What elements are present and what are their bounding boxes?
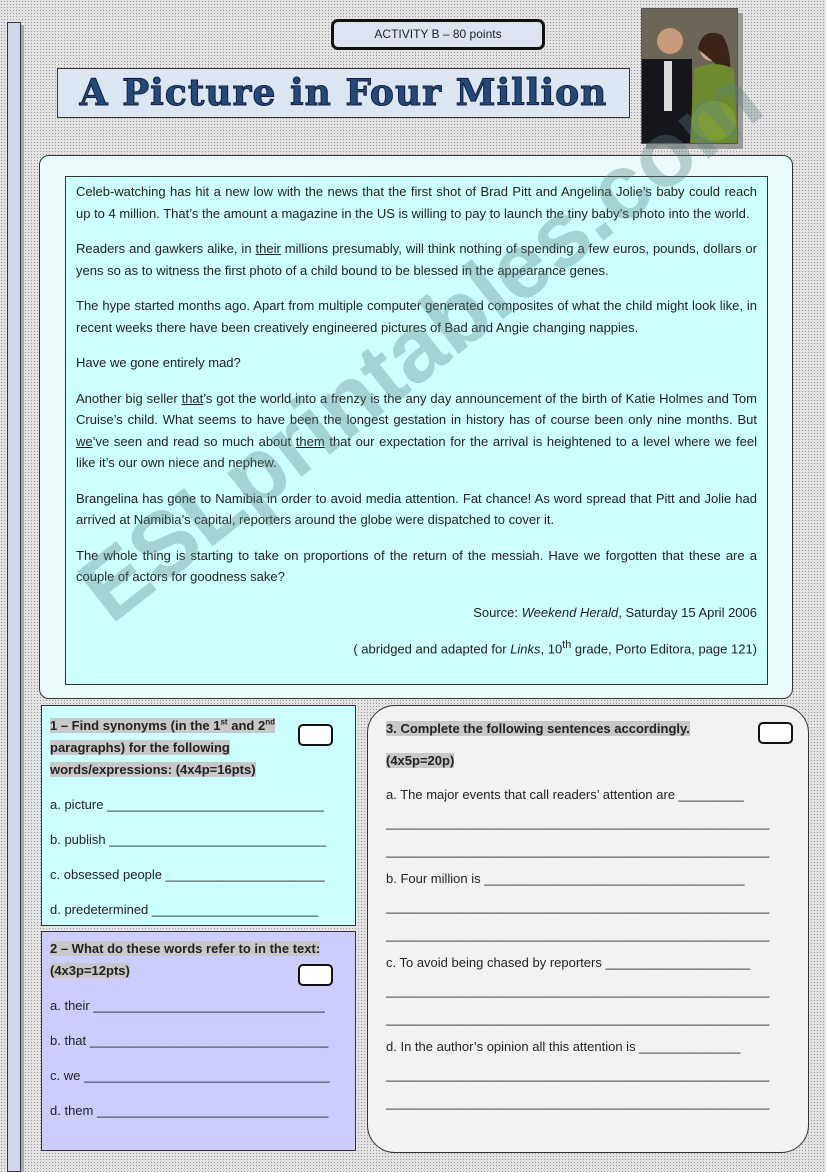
answer-line[interactable]: ________________________________________… — [386, 1092, 790, 1114]
answer-line[interactable]: c. we __________________________________ — [50, 1065, 347, 1087]
answer-line[interactable]: ________________________________________… — [386, 1008, 790, 1030]
text: words/expressions: (4x4p=16pts) — [50, 762, 256, 778]
answer-line[interactable]: a. their _______________________________… — [50, 995, 347, 1017]
text: Readers and gawkers alike, in — [76, 241, 256, 256]
answer-line[interactable]: c. obsessed people _____________________… — [50, 864, 347, 886]
text: Links — [510, 641, 541, 657]
text: 1 – Find synonyms (in the 1st and 2nd — [50, 718, 275, 734]
text: (4x3p=12pts) — [50, 963, 130, 978]
paragraph-3: The hype started months ago. Apart from … — [76, 298, 757, 335]
answer-line[interactable]: b. Four million is _____________________… — [386, 868, 790, 890]
answer-line[interactable]: a. picture _____________________________… — [50, 794, 347, 816]
underlined-word: their — [255, 241, 281, 256]
paragraph-2: Readers and gawkers alike, in their mill… — [76, 238, 757, 281]
text: Weekend Herald — [521, 604, 619, 620]
paragraph-4: Have we gone entirely mad? — [76, 355, 241, 370]
paragraph-7: The whole thing is starting to take on p… — [76, 547, 757, 585]
paragraph-6: Brangelina has gone to Namibia in order … — [76, 490, 757, 528]
text: 2 – What do these words refer to in the … — [50, 941, 321, 956]
text: (4x5p=20p) — [386, 753, 455, 768]
exercise-3-heading: 3. Complete the following sentences acco… — [386, 718, 790, 772]
underlined-word: that — [181, 390, 204, 406]
answer-line[interactable]: ________________________________________… — [386, 924, 790, 946]
text: , 10 — [540, 641, 563, 657]
celebrity-photo — [641, 8, 738, 144]
text: , Saturday 15 April 2006 — [618, 604, 757, 620]
paragraph-5: Another big seller that’s got the world … — [76, 388, 757, 474]
answer-line[interactable]: b. that ________________________________… — [50, 1030, 347, 1052]
text: paragraphs) for the following — [50, 740, 230, 756]
activity-label: ACTIVITY B – 80 points — [331, 19, 545, 50]
page-title: A Picture in Four Million — [57, 68, 630, 118]
adaptation-note: ( abridged and adapted for Links, 10th g… — [76, 635, 757, 660]
text: ( abridged and adapted for — [353, 641, 511, 657]
underlined-word: them — [295, 433, 325, 449]
text: grade, Porto Editora, page 121) — [571, 641, 757, 657]
text: th — [562, 639, 572, 651]
answer-line[interactable]: ________________________________________… — [386, 896, 790, 918]
answer-line[interactable]: ________________________________________… — [386, 840, 790, 862]
paragraph-1: Celeb-watching has hit a new low with th… — [76, 184, 757, 221]
answer-line[interactable]: ________________________________________… — [386, 980, 790, 1002]
answer-line[interactable]: d. predetermined _______________________ — [50, 899, 347, 921]
answer-line[interactable]: a. The major events that call readers’ a… — [386, 784, 790, 806]
text: ’ve seen and read so much about — [92, 433, 296, 449]
answer-line[interactable]: d. In the author’s opinion all this atte… — [386, 1036, 790, 1058]
answer-line[interactable]: b. publish _____________________________… — [50, 829, 347, 851]
exercise-1-heading: 1 – Find synonyms (in the 1st and 2nd pa… — [50, 712, 290, 781]
underlined-word: we — [76, 433, 93, 449]
exercise-1: 1 – Find synonyms (in the 1st and 2nd pa… — [41, 705, 356, 926]
exercise-2: 2 – What do these words refer to in the … — [41, 931, 356, 1151]
score-box[interactable] — [298, 724, 333, 746]
answer-line[interactable]: ________________________________________… — [386, 1064, 790, 1086]
reading-passage: Celeb-watching has hit a new low with th… — [65, 176, 768, 685]
text: Another big seller — [76, 390, 182, 406]
score-box[interactable] — [298, 964, 333, 986]
answer-line[interactable]: d. them ________________________________ — [50, 1100, 347, 1122]
text: 3. Complete the following sentences acco… — [386, 721, 690, 736]
text: Source: — [473, 604, 522, 620]
answer-line[interactable]: ________________________________________… — [386, 812, 790, 834]
source-line: Source: Weekend Herald, Saturday 15 Apri… — [76, 602, 757, 624]
left-margin-bar — [7, 22, 21, 1172]
score-box[interactable] — [758, 722, 793, 744]
exercise-3: 3. Complete the following sentences acco… — [367, 705, 809, 1153]
answer-line[interactable]: c. To avoid being chased by reporters __… — [386, 952, 790, 974]
